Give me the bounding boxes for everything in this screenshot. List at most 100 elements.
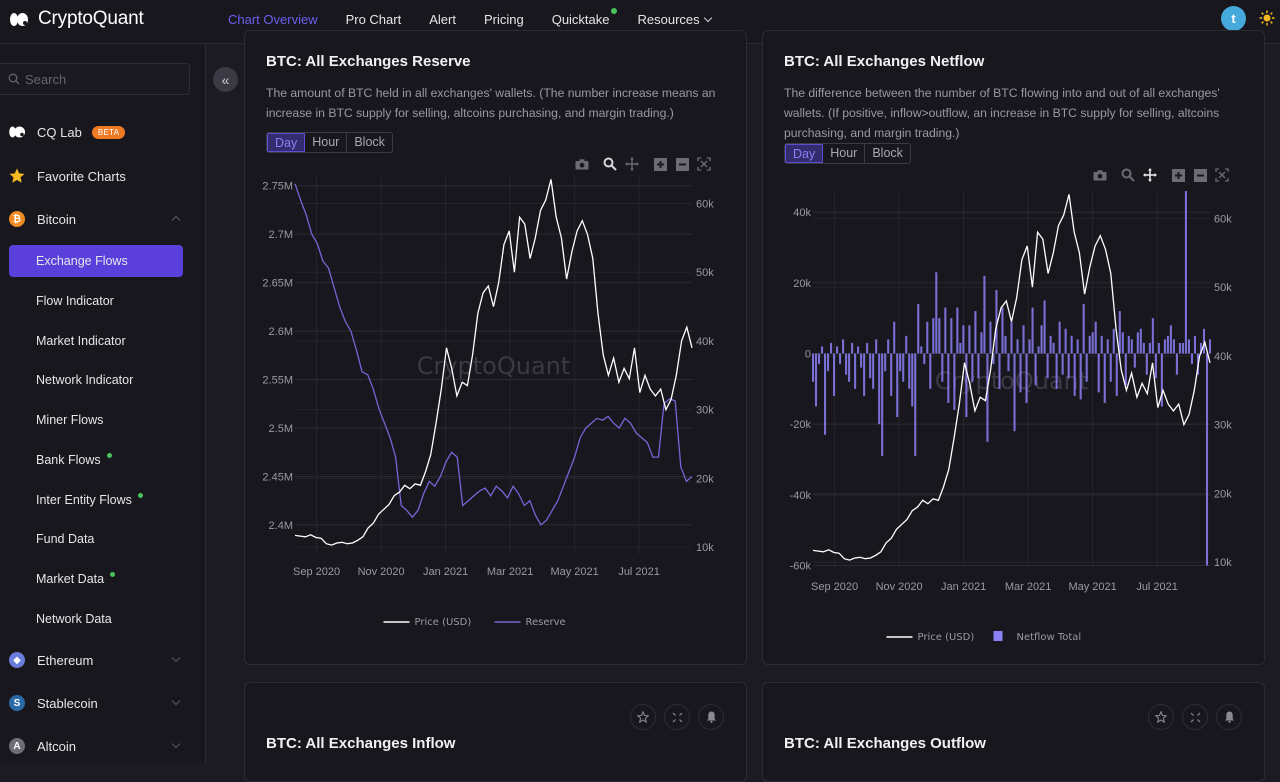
zoom-in-icon[interactable]	[1167, 167, 1189, 183]
netflow-bar	[1193, 335, 1197, 354]
netflow-bar	[935, 272, 938, 354]
period-hour[interactable]: Hour	[305, 133, 348, 152]
netflow-bar	[899, 353, 902, 372]
netflow-bar	[950, 318, 953, 354]
y-left-tick-label: 2.5M	[269, 423, 293, 435]
netflow-bar	[1025, 353, 1028, 403]
altcoin-icon: A	[9, 738, 25, 754]
sidebar-item-stablecoin[interactable]: S Stablecoin	[9, 688, 191, 718]
sidebar-item-bitcoin[interactable]: ₿ Bitcoin	[9, 204, 191, 234]
alert-button[interactable]	[1216, 704, 1242, 730]
period-selector: Day Hour Block	[266, 132, 393, 153]
theme-toggle-sun-icon[interactable]	[1259, 10, 1275, 26]
x-tick-label: Nov 2020	[358, 566, 405, 578]
sidebar-item-cq-lab[interactable]: CQ Lab BETA	[9, 117, 191, 147]
netflow-bar	[926, 321, 929, 354]
sidebar-sub-bank-flows[interactable]: Bank Flows	[9, 444, 183, 476]
period-block[interactable]: Block	[865, 144, 910, 163]
sidebar-sub-miner-flows[interactable]: Miner Flows	[9, 404, 183, 436]
netflow-bar	[1130, 339, 1133, 354]
netflow-bar	[914, 353, 917, 456]
netflow-bar	[1178, 342, 1181, 354]
zoom-icon[interactable]	[1117, 167, 1139, 183]
camera-icon[interactable]	[1089, 167, 1111, 183]
netflow-bar	[1127, 335, 1130, 354]
nav-pricing[interactable]: Pricing	[484, 12, 524, 27]
sidebar-sub-label: Exchange Flows	[36, 254, 128, 268]
zoom-out-icon[interactable]	[671, 156, 693, 172]
y-left-tick-label: 20k	[793, 278, 811, 290]
netflow-bar	[965, 353, 968, 418]
search-input[interactable]	[25, 71, 175, 87]
sidebar-sub-network-indicator[interactable]: Network Indicator	[9, 364, 183, 396]
period-block[interactable]: Block	[347, 133, 392, 152]
pan-icon[interactable]	[1139, 167, 1161, 183]
expand-button[interactable]	[664, 704, 690, 730]
card-description: The amount of BTC held in all exchanges'…	[266, 86, 716, 120]
sidebar-sub-market-data[interactable]: Market Data	[9, 563, 183, 595]
nav-pro-chart[interactable]: Pro Chart	[346, 12, 402, 27]
zoom-in-icon[interactable]	[649, 156, 671, 172]
expand-button[interactable]	[1182, 704, 1208, 730]
search-box[interactable]	[0, 63, 190, 95]
x-tick-label: Jan 2021	[423, 566, 468, 578]
sidebar-sub-inter-entity-flows[interactable]: Inter Entity Flows	[9, 484, 183, 516]
netflow-bar	[851, 342, 854, 354]
collapse-sidebar-button[interactable]: «	[213, 67, 238, 92]
y-right-tick-label: 60k	[696, 198, 714, 210]
period-hour[interactable]: Hour	[823, 144, 866, 163]
autoscale-icon[interactable]	[693, 156, 715, 172]
cq-lab-icon	[9, 124, 25, 140]
x-tick-label: Jan 2021	[941, 581, 986, 593]
netflow-bar	[1085, 353, 1088, 382]
sidebar-sub-market-indicator[interactable]: Market Indicator	[9, 325, 183, 357]
nav-alert[interactable]: Alert	[429, 12, 456, 27]
favorite-button[interactable]	[1148, 704, 1174, 730]
netflow-bar	[1037, 346, 1040, 354]
netflow-chart[interactable]: Sep 2020 Nov 2020 Jan 2021 Mar 2021 May 2021…	[763, 186, 1265, 646]
legend-netflow-swatch	[993, 631, 1003, 641]
legend-reserve-label: Reserve	[526, 617, 566, 628]
camera-icon[interactable]	[571, 156, 593, 172]
reserve-chart[interactable]: Sep 2020 Nov 2020 Jan 2021 Mar 2021 May 2021…	[245, 171, 747, 631]
double-chevron-left-icon: «	[221, 71, 230, 88]
netflow-bar	[1112, 328, 1115, 354]
alert-button[interactable]	[698, 704, 724, 730]
sidebar-sub-fund-data[interactable]: Fund Data	[9, 523, 183, 555]
period-day[interactable]: Day	[267, 133, 306, 152]
period-day[interactable]: Day	[785, 144, 824, 163]
sidebar-item-altcoin[interactable]: A Altcoin	[9, 731, 191, 761]
zoom-out-icon[interactable]	[1189, 167, 1211, 183]
logo[interactable]: CryptoQuant	[10, 8, 144, 30]
netflow-bar	[854, 353, 857, 389]
netflow-bar	[1064, 328, 1067, 354]
favorite-button[interactable]	[630, 704, 656, 730]
zoom-icon[interactable]	[599, 156, 621, 172]
card-title: BTC: All Exchanges Inflow	[266, 735, 456, 752]
nav-chart-overview[interactable]: Chart Overview	[228, 12, 318, 27]
sidebar-sub-exchange-flows[interactable]: Exchange Flows	[9, 245, 183, 277]
netflow-bar	[820, 346, 824, 354]
user-avatar[interactable]: t	[1221, 6, 1246, 31]
sidebar-sub-network-data[interactable]: Network Data	[9, 603, 183, 635]
chevron-down-icon	[703, 13, 712, 22]
sidebar-sub-label: Market Data	[36, 572, 105, 586]
sidebar-item-ethereum[interactable]: ◆ Ethereum	[9, 645, 191, 675]
netflow-bar	[1103, 353, 1106, 403]
sidebar-sub-label: Miner Flows	[36, 413, 104, 427]
pan-icon[interactable]	[621, 156, 643, 172]
nav-quicktake[interactable]: Quicktake	[552, 7, 617, 27]
netflow-bar	[1076, 339, 1079, 354]
nav-resources[interactable]: Resources	[638, 12, 712, 27]
x-tick-label: Sep 2020	[293, 566, 340, 578]
y-left-tick-label: 2.75M	[262, 181, 293, 193]
sidebar-item-favorite-charts[interactable]: Favorite Charts	[9, 161, 191, 191]
sidebar-sub-label: Inter Entity Flows	[36, 493, 132, 507]
autoscale-icon[interactable]	[1211, 167, 1233, 183]
netflow-bar	[1097, 353, 1100, 393]
stablecoin-icon: S	[9, 695, 25, 711]
netflow-bar	[971, 353, 974, 382]
netflow-bar	[1124, 353, 1127, 386]
netflow-bar	[1007, 353, 1010, 372]
sidebar-sub-flow-indicator[interactable]: Flow Indicator	[9, 285, 183, 317]
